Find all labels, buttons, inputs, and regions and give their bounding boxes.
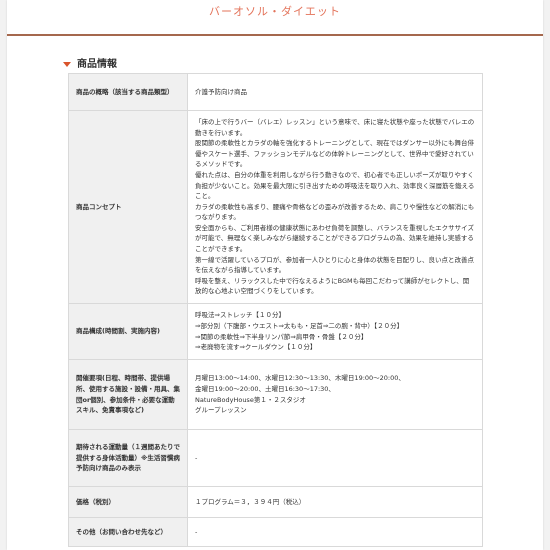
row-label: 商品コンセプト — [68, 110, 188, 304]
page-title: バーオソル・ダイエット — [209, 5, 341, 18]
table-row: 価格（税別） １プログラム＝３，３９４円（税込） — [68, 486, 483, 518]
page: バーオソル・ダイエット 商品情報 商品の概略（該当する商品類型） 介護予防向け商… — [7, 0, 543, 550]
value-line: 月曜日13:00～14:00、水曜日12:30～13:30、木曜日19:00～2… — [195, 374, 405, 383]
value-line: 介護予防向け商品 — [195, 87, 247, 96]
value-line: 「床の上で行うバー（バレエ）レッスン」という意味で、床に寝た状態や座った状態でバ… — [195, 117, 475, 137]
value-line: ⇒部分別（下腹部・ウエスト⇒太もも・足首⇒二の腕・背中）【２０分】 — [195, 321, 404, 330]
row-label: 商品構成(時間割、実施内容) — [68, 303, 188, 360]
value-line: １プログラム＝３，３９４円（税込） — [195, 497, 306, 506]
value-line: ⇒老廃物を流す⇒クールダウン【１０分】 — [195, 343, 317, 352]
row-value: 月曜日13:00～14:00、水曜日12:30～13:30、木曜日19:00～2… — [187, 359, 483, 430]
triangle-down-icon — [63, 61, 71, 67]
value-line: 股関節の柔軟性とカラダの軸を強化するトレーニングとして、現在ではダンサー以外にも… — [195, 139, 474, 169]
row-label: 開催要項(日程、時間帯、提供場所、使用する施設・設備・用具、集団or個別、参加条… — [68, 359, 188, 430]
row-label: 期待される運動量（１週間あたりで提供する身体活動量）※生活習慣病予防向け商品のみ… — [68, 429, 188, 487]
table-row: 商品の概略（該当する商品類型） 介護予防向け商品 — [68, 73, 483, 111]
section-title: 商品情報 — [77, 59, 117, 70]
row-value: 介護予防向け商品 — [187, 73, 483, 111]
row-label: 価格（税別） — [68, 486, 188, 518]
row-value: 「床の上で行うバー（バレエ）レッスン」という意味で、床に寝た状態や座った状態でバ… — [187, 110, 483, 304]
row-value: - — [187, 429, 483, 487]
row-label: その他（お問い合わせ先など） — [68, 517, 188, 547]
value-line: 呼吸を整え、リラックスした中で行なえるようにBGMも毎回こだわって講師がセレクト… — [195, 276, 470, 296]
value-line: ⇒関節の柔軟性⇒下半身リンパ節⇒肩甲骨・骨盤【２０分】 — [195, 332, 368, 341]
section-heading: 商品情報 — [63, 55, 117, 70]
value-line: - — [195, 453, 198, 462]
table-row: 期待される運動量（１週間あたりで提供する身体活動量）※生活習慣病予防向け商品のみ… — [68, 429, 483, 487]
product-info-table: 商品の概略（該当する商品類型） 介護予防向け商品 商品コンセプト 「床の上で行う… — [68, 73, 483, 547]
value-line: NatureBodyHouse第１・２スタジオ — [195, 395, 306, 404]
row-label: 商品の概略（該当する商品類型） — [68, 73, 188, 111]
row-value: 呼吸法⇒ストレッチ【１０分】 ⇒部分別（下腹部・ウエスト⇒太もも・足首⇒二の腕・… — [187, 303, 483, 360]
table-row: 商品構成(時間割、実施内容) 呼吸法⇒ストレッチ【１０分】 ⇒部分別（下腹部・ウ… — [68, 303, 483, 360]
row-value: １プログラム＝３，３９４円（税込） — [187, 486, 483, 518]
value-line: カラダの柔軟性も高まり、腰痛や骨格などの歪みが改善するため、肩こりや慢性などの解… — [195, 202, 475, 222]
value-line: 優れた点は、自分の体重を利用しながら行う動きなので、初心者でも正しいポーズが取り… — [195, 170, 475, 201]
table-row: 開催要項(日程、時間帯、提供場所、使用する施設・設備・用具、集団or個別、参加条… — [68, 359, 483, 430]
value-line: 金曜日19:00～20:00、土曜日16:30～17:30、 — [195, 384, 335, 393]
table-row: 商品コンセプト 「床の上で行うバー（バレエ）レッスン」という意味で、床に寝た状態… — [68, 110, 483, 304]
value-line: 呼吸法⇒ストレッチ【１０分】 — [195, 311, 285, 320]
table-row: その他（お問い合わせ先など） - — [68, 517, 483, 547]
row-value: - — [187, 517, 483, 547]
value-line: 第一線で活躍しているプロが、参加者一人ひとりに心と身体の状態を目配りし、良い点と… — [195, 255, 474, 275]
value-line: グループレッスン — [195, 406, 247, 415]
top-bar: バーオソル・ダイエット — [7, 0, 543, 36]
value-line: 安全面からも、ご利用者様の健康状態にあわせ負荷を調整し、バランスを重視したエクサ… — [195, 223, 474, 254]
value-line: - — [195, 527, 198, 536]
